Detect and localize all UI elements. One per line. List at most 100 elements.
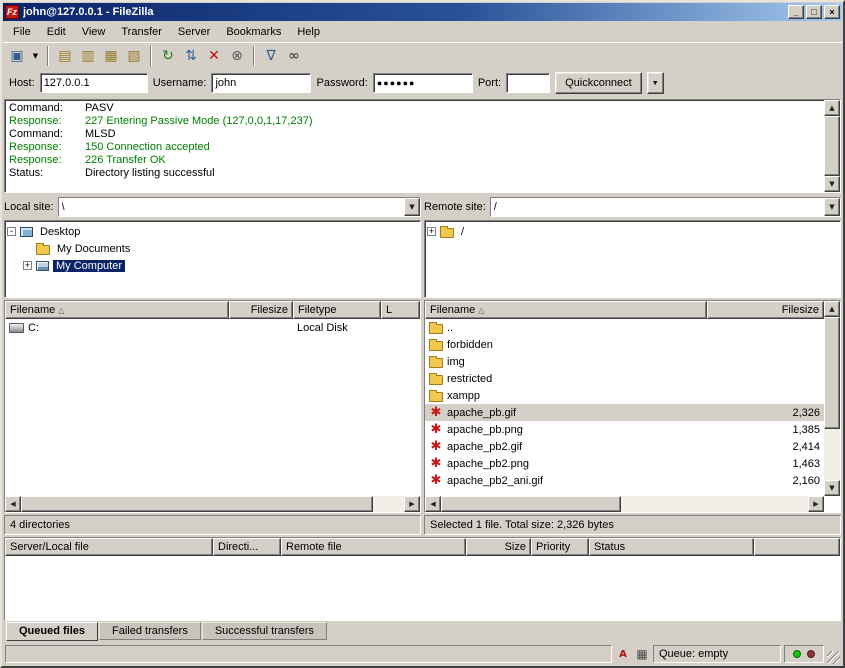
message-log: Command:PASV Response:227 Entering Passi… bbox=[4, 99, 841, 193]
scroll-down-button[interactable]: ▼ bbox=[824, 480, 840, 496]
local-path-input[interactable] bbox=[59, 198, 404, 216]
scroll-right-button[interactable]: ▶ bbox=[808, 496, 824, 512]
close-button[interactable]: × bbox=[824, 5, 840, 19]
process-queue-button[interactable]: ⇅ bbox=[180, 45, 202, 67]
scroll-up-button[interactable]: ▲ bbox=[824, 301, 840, 317]
tab-failed-transfers[interactable]: Failed transfers bbox=[99, 622, 201, 640]
column-label: Filename bbox=[430, 304, 475, 316]
toggle-local-tree-button[interactable]: ▥ bbox=[77, 45, 99, 67]
remote-file-row[interactable]: .. bbox=[425, 319, 824, 336]
remote-horizontal-scrollbar[interactable]: ◀ ▶ bbox=[425, 496, 824, 512]
menu-transfer[interactable]: Transfer bbox=[113, 23, 170, 41]
maximize-button[interactable]: □ bbox=[806, 5, 822, 19]
local-file-list-body[interactable]: C: Local Disk bbox=[5, 319, 420, 496]
column-header-server-local-file[interactable]: Server/Local file bbox=[5, 538, 213, 556]
port-label: Port: bbox=[478, 77, 501, 89]
toggle-remote-tree-button[interactable]: ▦ bbox=[100, 45, 122, 67]
refresh-button[interactable]: ↻ bbox=[157, 45, 179, 67]
column-header-priority[interactable]: Priority bbox=[531, 538, 589, 556]
toggle-transfer-queue-button[interactable]: ▧ bbox=[123, 45, 145, 67]
local-file-row[interactable]: C: Local Disk bbox=[5, 319, 420, 336]
menu-help[interactable]: Help bbox=[289, 23, 328, 41]
scrollbar-thumb[interactable] bbox=[824, 317, 840, 429]
host-input[interactable] bbox=[40, 73, 148, 93]
cancel-button[interactable]: ✕ bbox=[203, 45, 225, 67]
tab-successful-transfers[interactable]: Successful transfers bbox=[202, 622, 327, 640]
remote-file-row[interactable]: ✱apache_pb.png 1,385 bbox=[425, 421, 824, 438]
tree-expand-icon[interactable]: + bbox=[427, 227, 436, 236]
remote-vertical-scrollbar[interactable]: ▲ ▼ bbox=[824, 301, 840, 496]
quickconnect-button[interactable]: Quickconnect bbox=[555, 72, 642, 94]
column-header-filename[interactable]: Filename△ bbox=[425, 301, 707, 319]
username-input[interactable] bbox=[211, 73, 311, 93]
local-path-dropdown[interactable]: ▼ bbox=[404, 198, 420, 216]
remote-file-row-selected[interactable]: ✱apache_pb.gif 2,326 bbox=[425, 404, 824, 421]
scrollbar-track[interactable] bbox=[824, 429, 840, 480]
remote-path-dropdown[interactable]: ▼ bbox=[824, 198, 840, 216]
title-bar[interactable]: Fz john@127.0.0.1 - FileZilla _ □ × bbox=[3, 3, 842, 21]
remote-file-row[interactable]: img bbox=[425, 353, 824, 370]
password-input[interactable] bbox=[373, 73, 473, 93]
find-button[interactable]: ∞ bbox=[283, 45, 305, 67]
tab-queued-files[interactable]: Queued files bbox=[6, 622, 98, 641]
local-site-combo[interactable]: ▼ bbox=[58, 197, 421, 217]
resize-grip[interactable] bbox=[827, 651, 840, 664]
scroll-up-button[interactable]: ▲ bbox=[824, 100, 840, 116]
tree-collapse-icon[interactable]: - bbox=[7, 227, 16, 236]
menu-edit[interactable]: Edit bbox=[39, 23, 74, 41]
column-header-direction[interactable]: Directi... bbox=[213, 538, 281, 556]
scroll-down-button[interactable]: ▼ bbox=[824, 176, 840, 192]
menu-view[interactable]: View bbox=[74, 23, 114, 41]
column-header-filetype[interactable]: Filetype bbox=[293, 301, 381, 319]
column-header-filesize[interactable]: Filesize bbox=[229, 301, 293, 319]
minimize-button[interactable]: _ bbox=[788, 5, 804, 19]
remote-file-row[interactable]: restricted bbox=[425, 370, 824, 387]
remote-file-row[interactable]: forbidden bbox=[425, 336, 824, 353]
transfer-type-icon[interactable]: A bbox=[615, 646, 631, 662]
queue-body[interactable] bbox=[5, 556, 840, 620]
status-bar: A ▦ Queue: empty bbox=[3, 642, 842, 666]
scroll-right-button[interactable]: ▶ bbox=[404, 496, 420, 512]
remote-file-row[interactable]: ✱apache_pb2_ani.gif 2,160 bbox=[425, 472, 824, 489]
toggle-message-log-button[interactable]: ▤ bbox=[54, 45, 76, 67]
remote-file-row[interactable]: ✱apache_pb2.gif 2,414 bbox=[425, 438, 824, 455]
menu-file[interactable]: File bbox=[5, 23, 39, 41]
remote-file-list-body[interactable]: .. forbidden img restricted bbox=[425, 319, 824, 496]
scrollbar-thumb[interactable] bbox=[21, 496, 373, 512]
column-header-status[interactable]: Status bbox=[589, 538, 754, 556]
site-manager-button[interactable]: ▣ bbox=[6, 45, 28, 67]
remote-path-input[interactable] bbox=[491, 198, 824, 216]
scroll-left-button[interactable]: ◀ bbox=[425, 496, 441, 512]
column-header-last-modified[interactable]: L bbox=[381, 301, 420, 319]
site-manager-dropdown[interactable]: ▼ bbox=[29, 45, 42, 67]
tree-item-root[interactable]: + / bbox=[427, 223, 838, 240]
keyboard-icon[interactable]: ▦ bbox=[634, 646, 650, 662]
scrollbar-thumb[interactable] bbox=[824, 116, 840, 176]
scrollbar-thumb[interactable] bbox=[441, 496, 621, 512]
column-header-remote-file[interactable]: Remote file bbox=[281, 538, 466, 556]
local-horizontal-scrollbar[interactable]: ◀ ▶ bbox=[5, 496, 420, 512]
filter-button[interactable]: ∇ bbox=[260, 45, 282, 67]
remote-file-row[interactable]: ✱apache_pb2.png 1,463 bbox=[425, 455, 824, 472]
log-prefix: Response: bbox=[9, 154, 85, 167]
tree-item-my-computer[interactable]: + My Computer bbox=[7, 257, 418, 274]
local-file-list-header: Filename△ Filesize Filetype L bbox=[5, 301, 420, 319]
tree-item-my-documents[interactable]: My Documents bbox=[7, 240, 418, 257]
column-header-filesize[interactable]: Filesize bbox=[707, 301, 824, 319]
menu-bookmarks[interactable]: Bookmarks bbox=[218, 23, 289, 41]
scroll-left-button[interactable]: ◀ bbox=[5, 496, 21, 512]
remote-file-row[interactable]: xampp bbox=[425, 387, 824, 404]
remote-file-list-header: Filename△ Filesize bbox=[425, 301, 824, 319]
log-vertical-scrollbar[interactable]: ▲ ▼ bbox=[824, 100, 840, 192]
quickconnect-dropdown[interactable]: ▼ bbox=[647, 72, 664, 94]
menu-server[interactable]: Server bbox=[170, 23, 218, 41]
tree-item-desktop[interactable]: - Desktop bbox=[7, 223, 418, 240]
file-size: 1,463 bbox=[707, 458, 824, 470]
port-input[interactable] bbox=[506, 73, 550, 93]
column-header-filename[interactable]: Filename△ bbox=[5, 301, 229, 319]
remote-site-combo[interactable]: ▼ bbox=[490, 197, 841, 217]
disconnect-button[interactable]: ⊗ bbox=[226, 45, 248, 67]
tree-expand-icon[interactable]: + bbox=[23, 261, 32, 270]
column-header-size[interactable]: Size bbox=[466, 538, 531, 556]
file-size: 2,326 bbox=[707, 407, 824, 419]
